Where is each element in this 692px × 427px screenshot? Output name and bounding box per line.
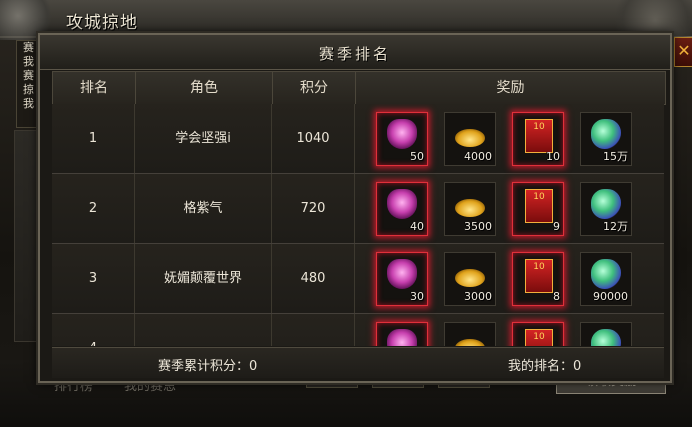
reward-qty: 90000 bbox=[593, 290, 628, 303]
reward-crystal[interactable]: 50 bbox=[376, 112, 428, 166]
reward-red-packet[interactable]: 10 10 bbox=[512, 112, 564, 166]
modal-title: 赛季排名 bbox=[318, 45, 391, 63]
reward-red-packet[interactable]: 10 8 bbox=[512, 252, 564, 306]
score-cell: 720 bbox=[272, 174, 355, 243]
column-score: 积分 bbox=[273, 72, 356, 104]
reward-crystal[interactable] bbox=[376, 322, 428, 346]
column-rank: 排名 bbox=[53, 72, 136, 104]
score-cell bbox=[272, 314, 355, 346]
red-packet-icon: 10 bbox=[525, 329, 553, 346]
gold-pile-icon bbox=[455, 129, 485, 147]
reward-crystal[interactable]: 40 bbox=[376, 182, 428, 236]
red-packet-icon: 10 bbox=[525, 119, 553, 153]
crystal-icon bbox=[387, 259, 417, 289]
column-reward: 奖励 bbox=[496, 80, 525, 96]
crystal-icon bbox=[387, 189, 417, 219]
my-rank-text: 我的排名：0 bbox=[508, 359, 582, 374]
reward-qty: 8 bbox=[553, 290, 560, 303]
reward-qty: 3500 bbox=[464, 220, 492, 233]
reward-gold[interactable]: 3500 bbox=[444, 182, 496, 236]
reward-qty: 10 bbox=[546, 150, 560, 163]
table-row: 2 格紫气 720 40 3500 10 9 12万 bbox=[52, 174, 664, 244]
rank-cell: 1 bbox=[52, 104, 135, 173]
gold-pile-icon bbox=[455, 269, 485, 287]
rank-cell: 3 bbox=[52, 244, 135, 313]
reward-qty: 50 bbox=[410, 150, 424, 163]
red-packet-icon: 10 bbox=[525, 259, 553, 293]
crystal-icon bbox=[387, 119, 417, 149]
table-row: 1 学会坚强i 1040 50 4000 10 10 15万 bbox=[52, 104, 664, 174]
window-title: 攻城掠地 bbox=[66, 13, 138, 33]
role-cell: 格紫气 bbox=[135, 174, 272, 243]
role-cell: 学会坚强i bbox=[135, 104, 272, 173]
reward-qty: 4000 bbox=[464, 150, 492, 163]
reward-red-packet[interactable]: 10 9 bbox=[512, 182, 564, 236]
gem-icon bbox=[591, 259, 621, 289]
table-row: 4 10 bbox=[52, 314, 664, 346]
modal-header: 赛季排名 bbox=[40, 35, 670, 70]
column-role: 角色 bbox=[136, 72, 273, 104]
reward-qty: 30 bbox=[410, 290, 424, 303]
gem-icon bbox=[591, 119, 621, 149]
score-cell: 480 bbox=[272, 244, 355, 313]
reward-crystal[interactable]: 30 bbox=[376, 252, 428, 306]
reward-gold[interactable]: 3000 bbox=[444, 252, 496, 306]
rank-cell: 2 bbox=[52, 174, 135, 243]
reward-gem[interactable]: 90000 bbox=[580, 252, 632, 306]
crystal-icon bbox=[387, 329, 417, 346]
gem-icon bbox=[591, 189, 621, 219]
season-ranking-modal: 赛季排名 排名 角色 积分 奖励 1 学会坚强i 1040 50 4000 10… bbox=[38, 33, 672, 383]
reward-gold[interactable]: 4000 bbox=[444, 112, 496, 166]
reward-qty: 9 bbox=[553, 220, 560, 233]
ranking-list[interactable]: 1 学会坚强i 1040 50 4000 10 10 15万 2 格紫气 720 … bbox=[52, 104, 664, 346]
reward-gem[interactable]: 15万 bbox=[580, 112, 632, 166]
modal-footer: 赛季累计积分：0 我的排名：0 bbox=[52, 347, 664, 378]
reward-gold[interactable] bbox=[444, 322, 496, 346]
reward-qty: 12万 bbox=[603, 220, 628, 233]
gem-icon bbox=[591, 329, 621, 346]
close-icon[interactable]: ✕ bbox=[674, 37, 692, 67]
gold-pile-icon bbox=[455, 199, 485, 217]
table-row: 3 妩媚颠覆世界 480 30 3000 10 8 90000 bbox=[52, 244, 664, 314]
gold-pile-icon bbox=[455, 339, 485, 346]
reward-red-packet[interactable]: 10 bbox=[512, 322, 564, 346]
red-packet-icon: 10 bbox=[525, 189, 553, 223]
reward-qty: 40 bbox=[410, 220, 424, 233]
table-header: 排名 角色 积分 奖励 bbox=[52, 71, 666, 105]
rank-cell: 4 bbox=[52, 314, 135, 346]
reward-qty: 15万 bbox=[603, 150, 628, 163]
score-cell: 1040 bbox=[272, 104, 355, 173]
role-cell bbox=[135, 314, 272, 346]
reward-qty: 3000 bbox=[464, 290, 492, 303]
role-cell: 妩媚颠覆世界 bbox=[135, 244, 272, 313]
season-score-text: 赛季累计积分：0 bbox=[158, 359, 258, 374]
reward-gem[interactable] bbox=[580, 322, 632, 346]
reward-gem[interactable]: 12万 bbox=[580, 182, 632, 236]
